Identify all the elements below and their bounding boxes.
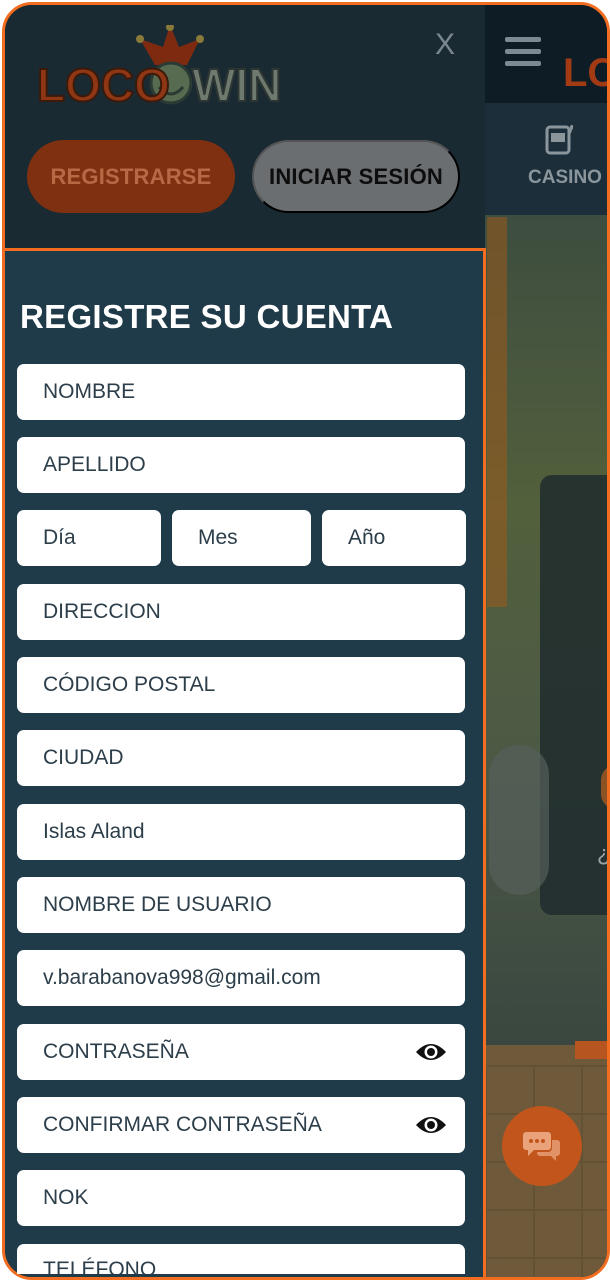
confirm-password-label: CONFIRMAR CONTRASEÑA xyxy=(43,1113,322,1136)
birth-month-select[interactable]: Mes xyxy=(172,510,311,566)
phone-input[interactable]: TELÉFONO xyxy=(17,1244,465,1274)
site-nav xyxy=(485,103,607,215)
eye-icon[interactable] xyxy=(415,1113,447,1137)
hero-decoration xyxy=(487,217,507,607)
close-icon[interactable]: X xyxy=(430,27,460,63)
locowin-logo: LOCO WIN xyxy=(37,25,282,112)
logo-win-text: WIN xyxy=(192,59,281,111)
email-input[interactable]: v.barabanova998@gmail.com xyxy=(17,950,465,1006)
confirm-password-input[interactable]: CONFIRMAR CONTRASEÑA xyxy=(17,1097,465,1153)
hero-partial-text: ¿ xyxy=(597,841,610,866)
slot-machine-icon[interactable] xyxy=(545,123,573,155)
birth-year-select[interactable]: Año xyxy=(322,510,466,566)
chat-button[interactable] xyxy=(502,1106,582,1186)
last-name-input[interactable]: APELLIDO xyxy=(17,437,465,493)
logo-loco-text: LOCO xyxy=(37,59,170,111)
birth-day-select[interactable]: Día xyxy=(17,510,161,566)
form-title: REGISTRE SU CUENTA xyxy=(20,298,394,335)
chat-bubbles-icon xyxy=(523,1132,560,1161)
username-input[interactable]: NOMBRE DE USUARIO xyxy=(17,877,465,933)
device-frame: LOCO CASINO ¿ LOCO WIN X REGISTRARSE INI… xyxy=(2,2,610,1280)
nav-casino-label[interactable]: CASINO xyxy=(520,167,607,189)
country-select[interactable]: Islas Aland xyxy=(17,804,465,860)
hero-character xyxy=(489,745,549,895)
password-input[interactable]: CONTRASEÑA xyxy=(17,1024,465,1080)
city-input[interactable]: CIUDAD xyxy=(17,730,465,786)
footer-decoration xyxy=(575,1041,607,1059)
first-name-input[interactable]: NOMBRE xyxy=(17,364,465,420)
site-logo-partial: LOCO xyxy=(563,51,607,95)
password-label: CONTRASEÑA xyxy=(43,1040,189,1063)
hamburger-menu-icon[interactable] xyxy=(505,37,541,67)
address-input[interactable]: DIRECCION xyxy=(17,584,465,640)
register-button[interactable]: REGISTRARSE xyxy=(27,140,235,213)
eye-icon[interactable] xyxy=(415,1040,447,1064)
postal-code-input[interactable]: CÓDIGO POSTAL xyxy=(17,657,465,713)
currency-select[interactable]: NOK xyxy=(17,1170,465,1226)
login-button[interactable]: INICIAR SESIÓN xyxy=(252,140,460,213)
